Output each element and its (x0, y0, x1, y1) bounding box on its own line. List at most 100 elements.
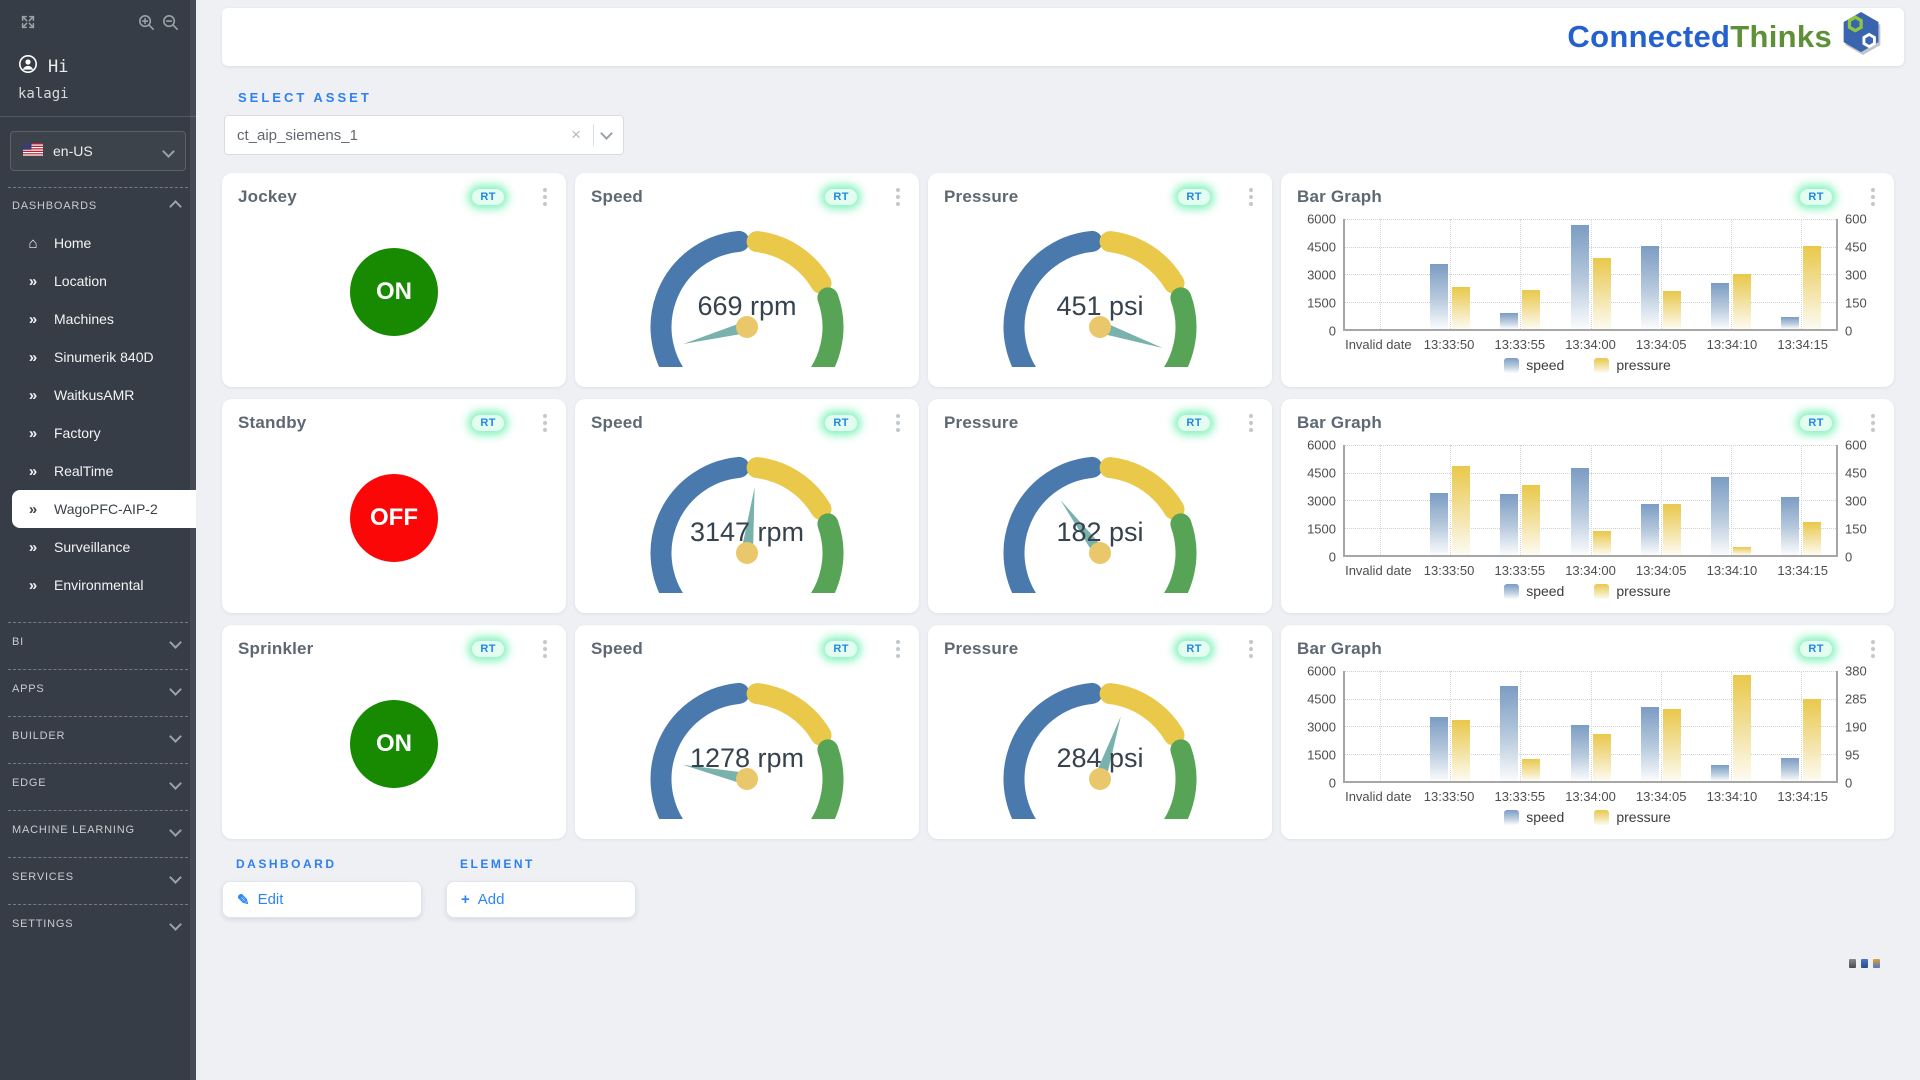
x-axis-tick-label: 13:33:55 (1494, 337, 1545, 352)
select-asset-label: SELECT ASSET (238, 90, 1904, 105)
sidebar-section-machine-learning[interactable]: MACHINE LEARNING (0, 811, 196, 841)
language-selector[interactable]: en-US (10, 131, 186, 171)
kebab-dot (896, 202, 900, 206)
element-controls: ELEMENT + Add (446, 857, 636, 918)
kebab-dot (1249, 188, 1253, 192)
greeting-text: Hi (48, 57, 68, 77)
gridline-vertical (1661, 219, 1662, 329)
legend-item-speed: speed (1504, 583, 1564, 599)
x-axis-tick-label: 13:34:10 (1707, 563, 1758, 578)
double-chevron-icon: » (24, 539, 42, 556)
mini-icon (1861, 959, 1868, 968)
kebab-menu-icon[interactable] (1246, 185, 1256, 209)
sidebar-section-edge[interactable]: EDGE (0, 764, 196, 794)
legend-label: pressure (1616, 583, 1670, 599)
chevron-down-icon (169, 777, 182, 790)
sidebar-item-wagopfc-aip-2[interactable]: »WagoPFC-AIP-2 (12, 490, 196, 528)
kebab-dot (543, 428, 547, 432)
clear-icon[interactable]: × (567, 125, 585, 145)
status-card: SprinklerRTON (222, 625, 566, 839)
sidebar-item-sinumerik-840d[interactable]: »Sinumerik 840D (0, 338, 196, 376)
kebab-menu-icon[interactable] (1868, 411, 1878, 435)
bar-speed (1711, 765, 1729, 781)
chart-plot (1343, 671, 1838, 783)
legend-label: speed (1526, 583, 1564, 599)
y-axis-tick-label: 600 (1845, 438, 1867, 453)
card-title: Sprinkler (238, 639, 472, 659)
sidebar-section-bi[interactable]: BI (0, 623, 196, 653)
chart-area: 600045003000150006004503001500 (1297, 445, 1878, 557)
y-axis-tick-label: 1500 (1307, 522, 1336, 537)
user-block: Hi kalagi (0, 36, 196, 117)
y-axis-tick-label: 600 (1845, 212, 1867, 227)
sidebar-section-label: SERVICES (12, 871, 74, 883)
bar-speed (1500, 686, 1518, 781)
rt-badge: RT (825, 415, 857, 431)
sidebar-item-location[interactable]: »Location (0, 262, 196, 300)
kebab-menu-icon[interactable] (1868, 637, 1878, 661)
fullscreen-icon[interactable] (16, 10, 40, 34)
sidebar-item-surveillance[interactable]: »Surveillance (0, 528, 196, 566)
sidebar-section-settings[interactable]: SETTINGS (0, 905, 196, 935)
sidebar-section-services[interactable]: SERVICES (0, 858, 196, 888)
gridline-vertical (1450, 219, 1451, 329)
brand-primary: Connected (1567, 19, 1730, 55)
kebab-menu-icon[interactable] (1868, 185, 1878, 209)
y-axis-left: 60004500300015000 (1297, 671, 1343, 783)
edit-dashboard-button[interactable]: ✎ Edit (222, 881, 422, 918)
dashboards-section-header[interactable]: DASHBOARDS (0, 188, 196, 218)
sidebar-item-label: Location (54, 273, 107, 289)
card-header: JockeyRT (238, 185, 550, 209)
kebab-menu-icon[interactable] (893, 411, 903, 435)
kebab-menu-icon[interactable] (1246, 637, 1256, 661)
card-header: PressureRT (944, 411, 1256, 435)
sidebar-item-machines[interactable]: »Machines (0, 300, 196, 338)
footer-controls: DASHBOARD ✎ Edit ELEMENT + Add (222, 857, 1904, 918)
card-title: Speed (591, 639, 825, 659)
corner-mini-icons (1849, 959, 1880, 968)
bar-pressure (1452, 466, 1470, 555)
kebab-dot (896, 640, 900, 644)
asset-select[interactable]: ct_aip_siemens_1 × (224, 115, 624, 155)
rt-badge: RT (472, 415, 504, 431)
x-axis-tick-label: Invalid date (1345, 789, 1412, 804)
bar-pressure (1733, 675, 1751, 781)
kebab-menu-icon[interactable] (540, 411, 550, 435)
gauge-value: 669 rpm (697, 291, 796, 321)
kebab-menu-icon[interactable] (893, 637, 903, 661)
chart-plot (1343, 219, 1838, 331)
rt-badge: RT (825, 189, 857, 205)
kebab-dot (543, 654, 547, 658)
rt-badge: RT (472, 189, 504, 205)
kebab-menu-icon[interactable] (1246, 411, 1256, 435)
kebab-dot (543, 195, 547, 199)
username-text: kalagi (18, 86, 178, 102)
kebab-dot (1249, 414, 1253, 418)
bar-pressure (1663, 504, 1681, 555)
kebab-menu-icon[interactable] (540, 637, 550, 661)
sidebar-section-apps[interactable]: APPS (0, 670, 196, 700)
card-header: PressureRT (944, 185, 1256, 209)
sidebar-item-factory[interactable]: »Factory (0, 414, 196, 452)
x-axis-tick-label: 13:34:00 (1565, 789, 1616, 804)
sidebar-item-waitkusamr[interactable]: »WaitkusAMR (0, 376, 196, 414)
x-axis-labels: Invalid date13:33:5013:33:5513:34:0013:3… (1343, 335, 1838, 354)
kebab-dot (896, 188, 900, 192)
sidebar-item-home[interactable]: ⌂Home (0, 224, 196, 262)
rt-badge: RT (1178, 641, 1210, 657)
gridline-vertical (1731, 219, 1732, 329)
sidebar-section-builder[interactable]: BUILDER (0, 717, 196, 747)
sidebar-item-environmental[interactable]: »Environmental (0, 566, 196, 604)
dashboard-controls: DASHBOARD ✎ Edit (222, 857, 422, 918)
chevron-down-icon[interactable] (600, 127, 613, 140)
sidebar-section-label: APPS (12, 683, 45, 695)
bar-speed (1500, 494, 1518, 555)
sidebar-item-realtime[interactable]: »RealTime (0, 452, 196, 490)
add-element-button[interactable]: + Add (446, 881, 636, 918)
kebab-menu-icon[interactable] (540, 185, 550, 209)
zoom-out-icon[interactable] (158, 10, 182, 34)
kebab-dot (1249, 654, 1253, 658)
zoom-in-icon[interactable] (134, 10, 158, 34)
bar-speed (1711, 477, 1729, 555)
kebab-menu-icon[interactable] (893, 185, 903, 209)
